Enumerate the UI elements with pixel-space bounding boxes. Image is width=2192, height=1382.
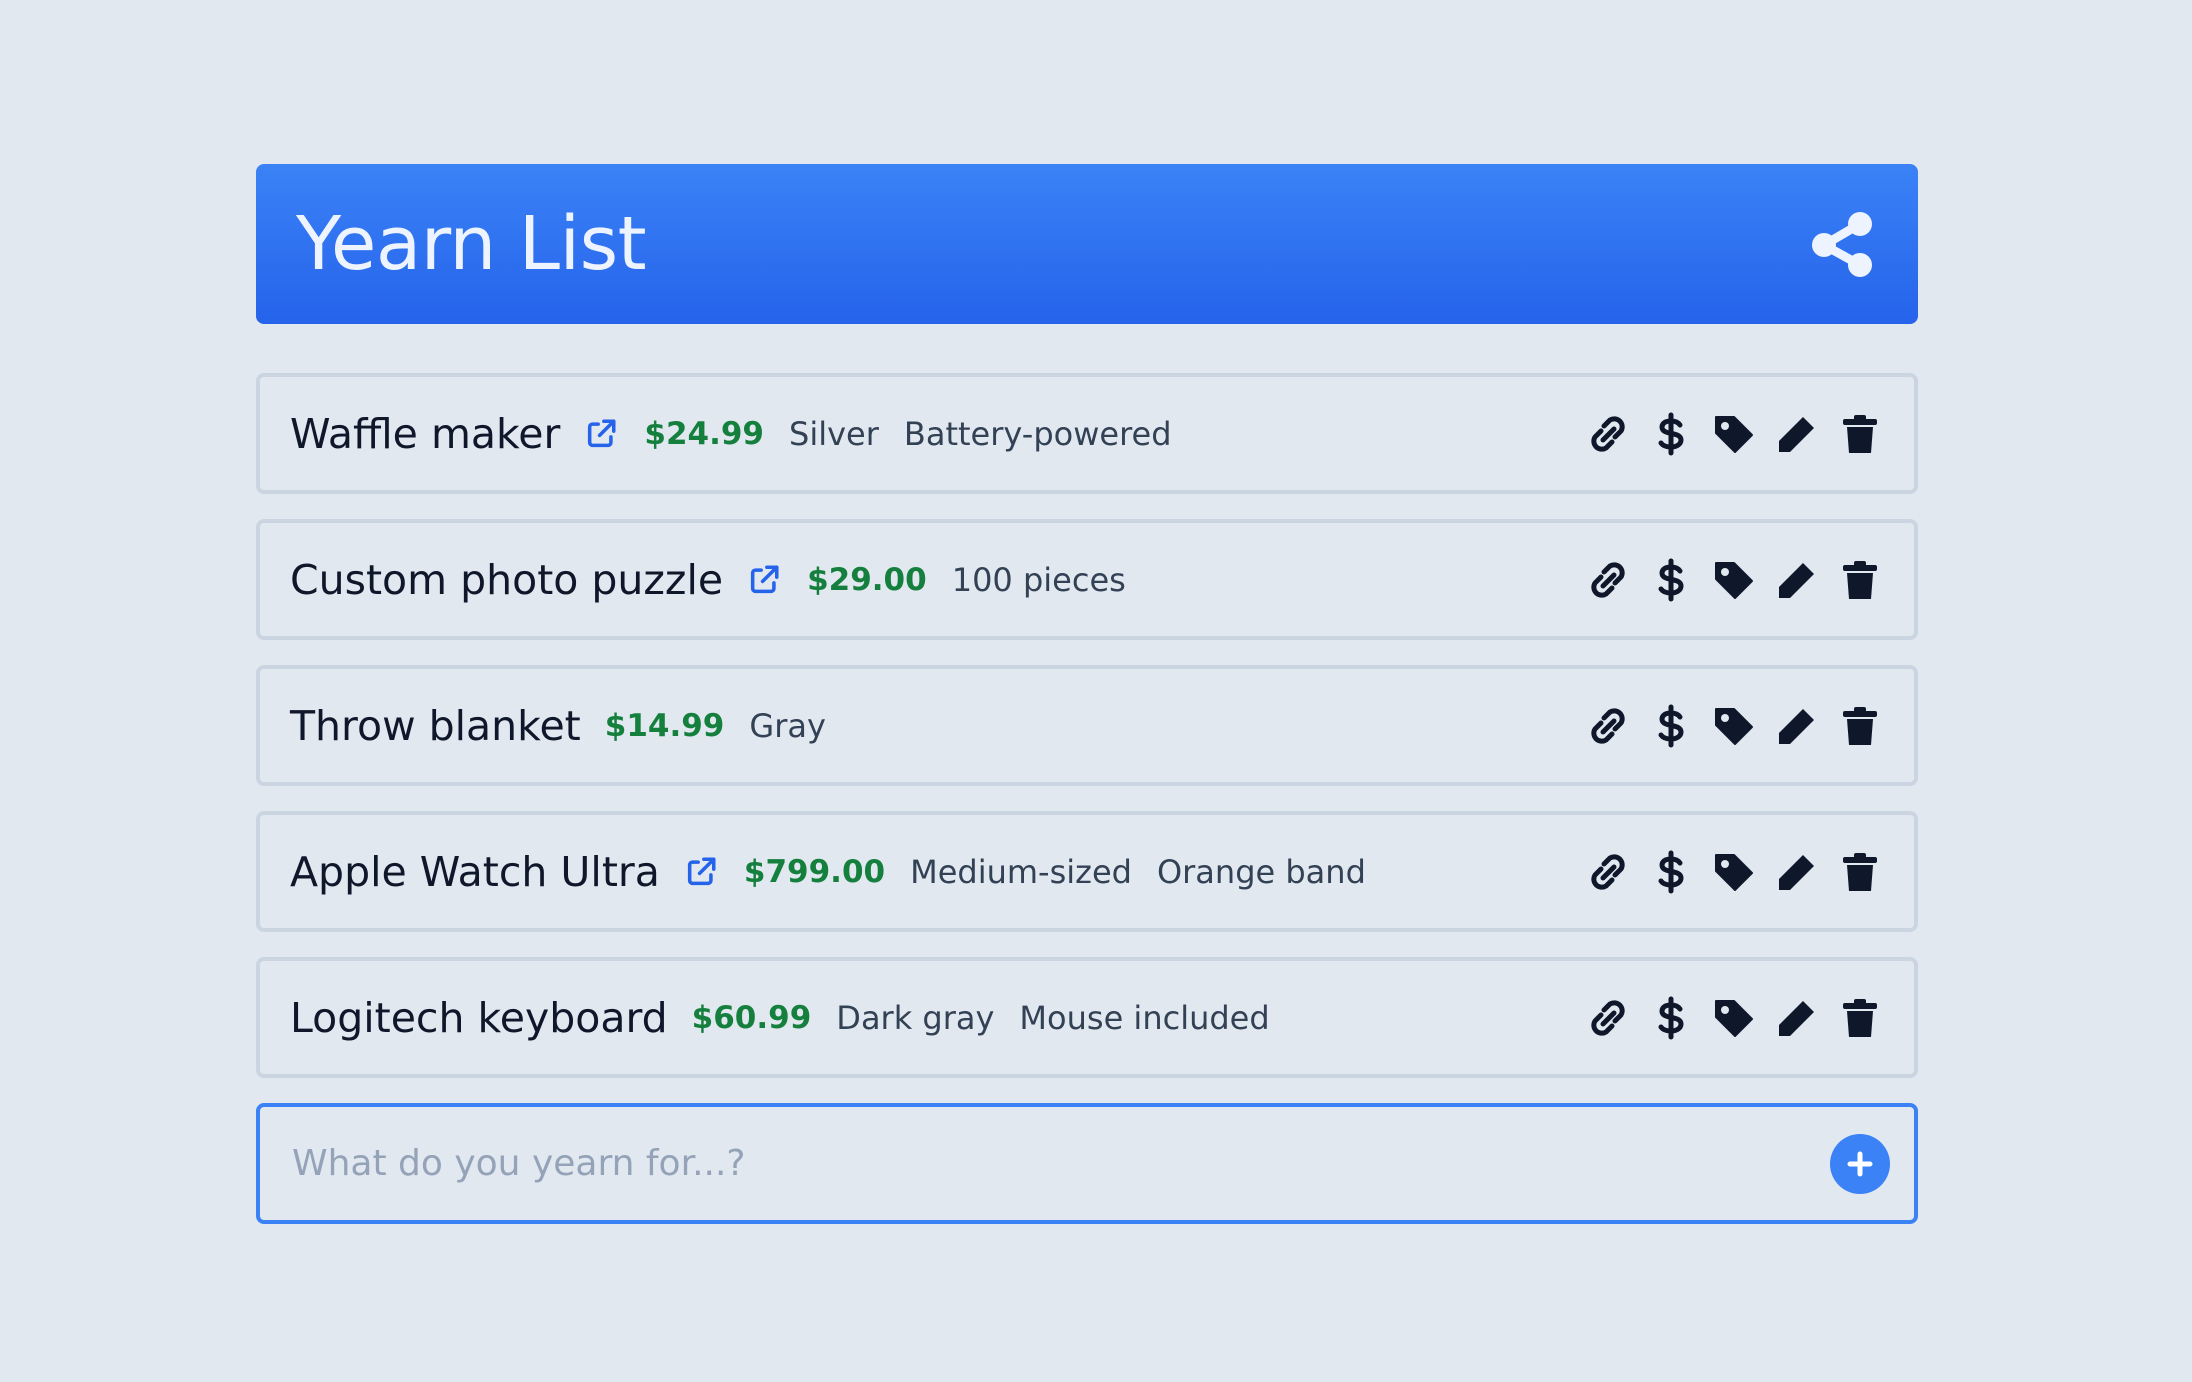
delete-item-button[interactable] <box>1834 846 1886 898</box>
pencil-icon <box>1779 558 1818 598</box>
trash-icon <box>1843 852 1877 891</box>
wish-list-items: Waffle maker $24.99 Silver Battery-power… <box>256 373 1918 1078</box>
item-details: Waffle maker $24.99 Silver Battery-power… <box>290 410 1172 458</box>
item-name: Throw blanket <box>290 701 581 750</box>
edit-item-button[interactable] <box>1771 700 1823 752</box>
external-link-icon <box>687 856 716 885</box>
item-actions <box>1582 408 1886 460</box>
dollar-icon <box>1658 558 1684 601</box>
new-item-input[interactable] <box>290 1142 1830 1185</box>
add-tag-button[interactable] <box>1708 408 1760 460</box>
delete-item-button[interactable] <box>1834 992 1886 1044</box>
item-name: Apple Watch Ultra <box>290 847 660 896</box>
share-button[interactable] <box>1808 209 1878 279</box>
edit-item-button[interactable] <box>1771 408 1823 460</box>
edit-link-button[interactable] <box>1582 554 1634 606</box>
trash-icon <box>1843 998 1877 1037</box>
item-details: Apple Watch Ultra $799.00 Medium-sized O… <box>290 848 1366 896</box>
pencil-icon <box>1779 412 1818 452</box>
item-tag: 100 pieces <box>951 560 1126 599</box>
item-details: Custom photo puzzle $29.00 100 pieces <box>290 556 1126 604</box>
list-item: Logitech keyboard $60.99 Dark gray Mouse… <box>256 957 1918 1078</box>
dollar-icon <box>1658 996 1684 1039</box>
set-price-button[interactable] <box>1645 554 1697 606</box>
list-item: Waffle maker $24.99 Silver Battery-power… <box>256 373 1918 494</box>
edit-item-button[interactable] <box>1771 846 1823 898</box>
item-name: Custom photo puzzle <box>290 555 724 604</box>
set-price-button[interactable] <box>1645 846 1697 898</box>
external-link-button[interactable] <box>682 853 720 891</box>
item-tag: Orange band <box>1156 852 1366 891</box>
set-price-button[interactable] <box>1645 992 1697 1044</box>
item-actions <box>1582 992 1886 1044</box>
app-title: Yearn List <box>296 201 647 287</box>
external-link-button[interactable] <box>745 561 783 599</box>
item-price: $14.99 <box>604 707 725 744</box>
add-tag-button[interactable] <box>1708 992 1760 1044</box>
pencil-icon <box>1779 996 1818 1036</box>
set-price-button[interactable] <box>1645 408 1697 460</box>
tag-icon <box>1715 853 1753 891</box>
add-tag-button[interactable] <box>1708 846 1760 898</box>
app-header: Yearn List <box>256 164 1918 324</box>
share-icon <box>1812 212 1872 277</box>
add-tag-button[interactable] <box>1708 700 1760 752</box>
item-details: Throw blanket $14.99 Gray <box>290 702 826 750</box>
dollar-icon <box>1658 412 1684 455</box>
external-link-icon <box>750 564 779 593</box>
item-tag: Gray <box>749 706 826 745</box>
item-price: $799.00 <box>743 853 886 890</box>
yearn-list-app: Yearn List Waffle maker $24.99 Silver Ba… <box>256 164 1918 1224</box>
tag-icon <box>1715 415 1753 453</box>
item-tag: Medium-sized <box>910 852 1132 891</box>
item-actions <box>1582 554 1886 606</box>
list-item: Throw blanket $14.99 Gray <box>256 665 1918 786</box>
list-item: Custom photo puzzle $29.00 100 pieces <box>256 519 1918 640</box>
link-icon <box>1591 415 1625 452</box>
item-price: $60.99 <box>691 999 812 1036</box>
dollar-icon <box>1658 704 1684 747</box>
item-name: Logitech keyboard <box>290 993 668 1042</box>
edit-link-button[interactable] <box>1582 992 1634 1044</box>
pencil-icon <box>1779 850 1818 890</box>
add-item-button[interactable] <box>1830 1133 1890 1194</box>
item-tag: Silver <box>789 414 879 453</box>
trash-icon <box>1843 414 1877 453</box>
edit-link-button[interactable] <box>1582 846 1634 898</box>
link-icon <box>1591 561 1625 598</box>
pencil-icon <box>1779 704 1818 744</box>
item-tag: Dark gray <box>836 998 995 1037</box>
item-actions <box>1582 700 1886 752</box>
item-price: $29.00 <box>807 561 927 598</box>
plus-icon <box>1847 1151 1873 1176</box>
tag-icon <box>1715 561 1753 599</box>
external-link-icon <box>588 418 616 447</box>
edit-item-button[interactable] <box>1771 992 1823 1044</box>
item-name: Waffle maker <box>290 409 561 458</box>
link-icon <box>1591 999 1625 1036</box>
list-item: Apple Watch Ultra $799.00 Medium-sized O… <box>256 811 1918 932</box>
new-item-form <box>256 1103 1918 1224</box>
item-details: Logitech keyboard $60.99 Dark gray Mouse… <box>290 994 1270 1042</box>
tag-icon <box>1715 707 1753 745</box>
item-tag: Mouse included <box>1019 998 1270 1037</box>
item-tag: Battery-powered <box>903 414 1172 453</box>
delete-item-button[interactable] <box>1834 408 1886 460</box>
add-tag-button[interactable] <box>1708 554 1760 606</box>
trash-icon <box>1843 706 1877 745</box>
link-icon <box>1591 707 1625 744</box>
external-link-button[interactable] <box>582 415 620 453</box>
edit-link-button[interactable] <box>1582 408 1634 460</box>
trash-icon <box>1843 560 1877 599</box>
edit-item-button[interactable] <box>1771 554 1823 606</box>
edit-link-button[interactable] <box>1582 700 1634 752</box>
tag-icon <box>1715 999 1753 1037</box>
link-icon <box>1591 853 1625 890</box>
delete-item-button[interactable] <box>1834 700 1886 752</box>
dollar-icon <box>1658 850 1684 893</box>
set-price-button[interactable] <box>1645 700 1697 752</box>
item-actions <box>1582 846 1886 898</box>
delete-item-button[interactable] <box>1834 554 1886 606</box>
item-price: $24.99 <box>644 415 765 452</box>
